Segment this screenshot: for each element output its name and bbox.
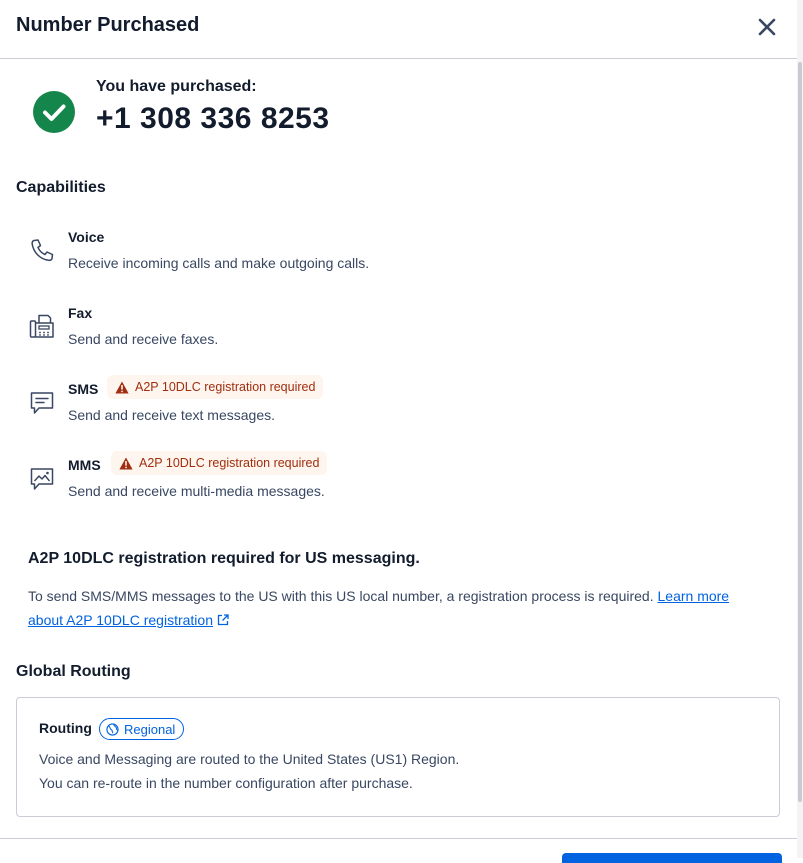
a2p-notice-body: To send SMS/MMS messages to the US with …: [28, 588, 658, 604]
capability-sms-description: Send and receive text messages.: [68, 407, 276, 423]
capability-mms-name: MMS: [68, 457, 101, 473]
sms-icon: [30, 392, 54, 414]
regional-badge: Regional: [99, 718, 185, 740]
capability-sms-name: SMS: [68, 381, 99, 397]
capability-fax-name: Fax: [68, 305, 93, 321]
a2p-notice-heading: A2P 10DLC registration required for US m…: [28, 550, 420, 567]
mms-registration-warning-badge: A2P 10DLC registration required: [111, 451, 328, 475]
regional-badge-label: Regional: [124, 721, 176, 737]
a2p-notice-text: To send SMS/MMS messages to the US with …: [28, 584, 748, 632]
capability-fax-description: Send and receive faxes.: [68, 331, 219, 347]
footer-divider: [0, 838, 797, 839]
global-routing-heading: Global Routing: [16, 663, 131, 680]
warning-icon: [119, 457, 133, 469]
close-icon[interactable]: [758, 18, 776, 36]
globe-icon: [106, 722, 119, 736]
warning-badge-label: A2P 10DLC registration required: [135, 380, 316, 394]
footer-primary-button[interactable]: [562, 853, 782, 863]
warning-badge-label: A2P 10DLC registration required: [139, 456, 320, 470]
routing-description-line1: Voice and Messaging are routed to the Un…: [39, 751, 460, 767]
warning-icon: [115, 381, 129, 393]
fax-icon: [29, 314, 54, 338]
check-circle-icon: [33, 91, 75, 133]
capability-mms-description: Send and receive multi-media messages.: [68, 483, 325, 499]
phone-icon: [31, 239, 54, 262]
purchased-phone-number: +1 308 336 8253: [96, 102, 330, 135]
external-link-icon[interactable]: [217, 614, 229, 626]
mms-icon: [30, 468, 54, 490]
routing-label: Routing: [39, 720, 92, 736]
scrollbar-thumb[interactable]: [798, 62, 802, 802]
routing-description-line2: You can re-route in the number configura…: [39, 775, 413, 791]
dialog-header: Number Purchased: [0, 0, 797, 59]
capabilities-heading: Capabilities: [16, 179, 106, 196]
purchased-label: You have purchased:: [96, 78, 257, 95]
routing-card: Routing Regional Voice and Messaging are…: [16, 697, 780, 817]
close-button[interactable]: [754, 14, 780, 40]
sms-registration-warning-badge: A2P 10DLC registration required: [107, 375, 324, 399]
dialog-title: Number Purchased: [16, 14, 200, 36]
capability-voice-description: Receive incoming calls and make outgoing…: [68, 255, 370, 271]
capability-voice-name: Voice: [68, 229, 105, 245]
